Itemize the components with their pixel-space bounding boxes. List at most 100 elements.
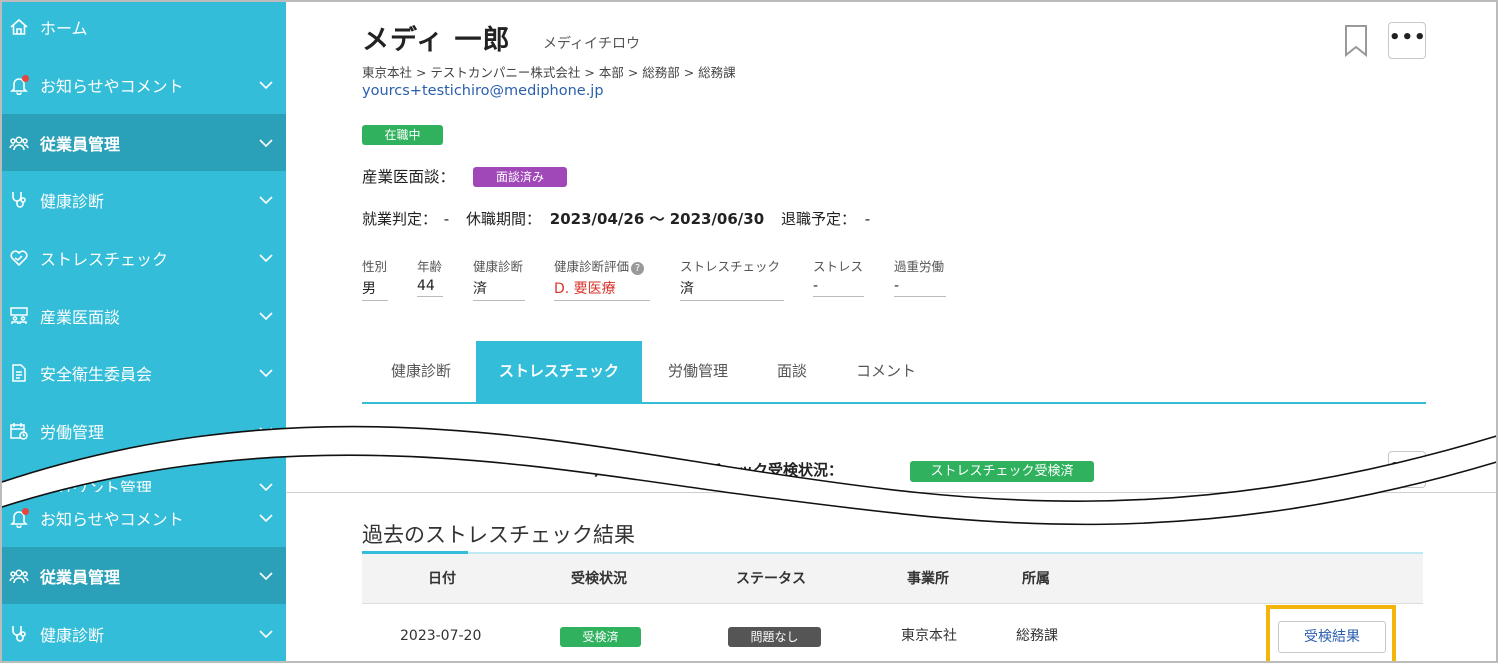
sidebar-item-health-checkup[interactable]: 健康診断 [2,171,286,228]
column-header-department: 所属 [1022,571,1050,587]
users-icon [8,132,30,154]
info-overwork: 過重労働 - [894,256,946,297]
chevron-down-icon [259,195,273,204]
info-health-checkup: 健康診断 済 [473,256,525,301]
interview-status-badge: 面談済み [473,167,567,187]
info-stress: ストレス - [813,256,864,297]
employment-status-badge: 在職中 [362,125,443,145]
sidebar-item-employees[interactable]: 従業員管理 [2,114,286,171]
breadcrumb: 東京本社 > テストカンパニー株式会社 > 本部 > 総務部 > 総務課 [362,65,736,80]
screenshot-frame: ホーム お知らせやコメント 従業員管理 健康診断 ストレスチェック 産業医面談 … [0,0,1498,663]
sidebar-item-account-management[interactable]: アカウント管理 [2,458,286,492]
home-icon [8,16,30,38]
info-label: ストレス [813,259,864,274]
work-status-line: 就業判定： - 休職期間： 2023/04/26 ～ 2023/06/30 退職… [362,208,870,229]
sidebar-item-label: 従業員管理 [40,567,121,587]
chevron-down-icon [259,80,273,89]
sidebar-item-employees[interactable]: 従業員管理 [2,547,286,604]
section-title: 過去のストレスチェック結果 [362,523,635,547]
column-header-exam-status: 受検状況 [571,571,627,587]
chevron-down-icon [259,629,273,638]
info-label: 年齢 [417,259,443,274]
sidebar-item-label: 安全衛生委員会 [40,364,153,384]
info-label-text: 健康診断評価 [554,259,630,274]
sidebar-item-label: お知らせやコメント [40,76,184,96]
account-icon [8,476,30,492]
tab-labor-management[interactable]: 労働管理 [652,341,744,402]
sidebar-item-label: ホーム [40,18,88,38]
info-value: 済 [680,278,784,301]
chevron-down-icon [259,253,273,262]
sidebar-item-label: 労働管理 [40,422,105,442]
sidebar-item-label: 従業員管理 [40,134,121,154]
sidebar-top: ホーム お知らせやコメント 従業員管理 健康診断 ストレスチェック 産業医面談 … [2,2,286,492]
sidebar-item-home[interactable]: ホーム [2,2,286,55]
info-value: - [813,278,864,297]
retirement-label: 退職予定： [780,210,856,228]
view-result-button[interactable]: 受検結果 [1278,621,1386,653]
notification-dot [22,75,29,82]
sidebar-item-labor-management[interactable]: 労働管理 [2,402,286,459]
sidebar-item-label: アカウント管理 [40,478,153,493]
heart-icon [8,247,30,269]
work-judgment-value: - [443,210,450,228]
retirement-value: - [864,210,871,228]
info-health-evaluation: 健康診断評価? D. 要医療 [554,256,650,301]
column-header-office: 事業所 [907,571,949,587]
sidebar-item-notifications[interactable]: お知らせやコメント [2,492,286,546]
result-status-badge: 問題なし [728,627,821,647]
employee-detail-top: メディ 一郎 メディイチロウ 東京本社 > テストカンパニー株式会社 > 本部 … [286,2,1496,492]
leave-period-label: 休職期間： [466,210,542,228]
this-year-status-label: 今年度のストレスチェック受検状況： [588,461,844,479]
more-options-button[interactable]: ••• [1388,451,1426,488]
sidebar-item-notifications[interactable]: お知らせやコメント [2,56,286,113]
exam-status-badge: 受検済 [560,627,641,647]
tab-stress-check[interactable]: ストレスチェック [476,341,642,402]
work-judgment-label: 就業判定： [362,210,438,228]
info-value: D. 要医療 [554,278,650,301]
info-stress-check: ストレスチェック 済 [680,256,784,301]
table-row: 2023-07-20 受検済 問題なし 東京本社 総務課 受検結果 [362,605,1423,661]
sidebar-bottom: お知らせやコメント 従業員管理 健康診断 [2,492,286,661]
info-label: 性別 [362,259,388,274]
result-button-highlight: 受検結果 [1266,605,1396,661]
cell-office: 東京本社 [901,628,957,644]
info-label: 健康診断 [473,259,524,274]
sidebar-item-health-checkup[interactable]: 健康診断 [2,605,286,661]
meeting-icon [8,305,30,327]
info-value: 44 [417,278,443,297]
info-value: 済 [473,278,525,301]
tab-interview[interactable]: 面談 [760,341,824,402]
chevron-down-icon [259,571,273,580]
help-icon[interactable]: ? [631,262,645,275]
users-icon [8,565,30,587]
info-gender: 性別 男 [362,256,388,301]
sidebar-item-label: 健康診断 [40,191,105,211]
info-value: 男 [362,278,388,301]
chevron-down-icon [259,368,273,377]
stethoscope-icon [8,623,30,645]
info-label: 過重労働 [894,259,945,274]
sidebar-item-label: ストレスチェック [40,249,169,269]
tab-health-checkup[interactable]: 健康診断 [376,341,466,402]
sidebar-item-label: お知らせやコメント [40,509,184,529]
info-age: 年齢 44 [417,256,443,297]
column-header-date: 日付 [428,571,456,587]
chevron-down-icon [259,426,273,435]
sidebar-item-label: 健康診断 [40,625,105,645]
employee-name: メディ 一郎 [362,25,511,56]
sidebar-item-safety-committee[interactable]: 安全衛生委員会 [2,344,286,401]
stethoscope-icon [8,189,30,211]
sidebar-item-stress-check[interactable]: ストレスチェック [2,229,286,286]
tab-comment[interactable]: コメント [840,341,932,402]
table-header: 日付 受検状況 ステータス 事業所 所属 [362,554,1423,604]
employee-email[interactable]: yourcs+testichiro@mediphone.jp [362,83,604,99]
more-options-button[interactable]: ••• [1388,22,1426,59]
employee-name-kana: メディイチロウ [543,36,641,52]
sidebar-item-occupational-doctor[interactable]: 産業医面談 [2,287,286,344]
bookmark-icon[interactable] [1343,24,1369,58]
chevron-down-icon [259,482,273,491]
chevron-down-icon [259,513,273,522]
column-header-status: ステータス [736,571,806,587]
cell-department: 総務課 [1016,628,1058,644]
